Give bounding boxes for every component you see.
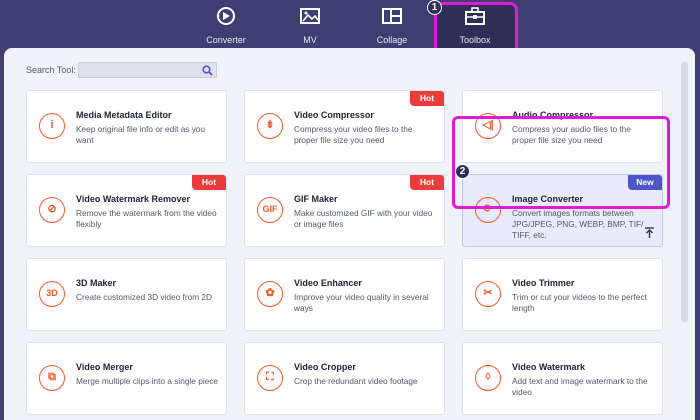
hot-badge: Hot — [410, 91, 444, 106]
tool-card-desc: Improve your video quality in several wa… — [294, 292, 429, 313]
info-icon: i — [39, 113, 65, 139]
step-2-badge: 2 — [455, 164, 470, 179]
mv-icon — [300, 8, 320, 24]
compress-icon: ⇟ — [257, 113, 283, 139]
top-navigation: Converter MV Collage Toolbox 1 — [0, 0, 700, 56]
tool-card-title: Video Watermark — [512, 362, 586, 372]
tool-card-video-cropper[interactable]: ⛶ Video Cropper Crop the redundant video… — [244, 342, 445, 415]
3d-icon: 3D — [39, 281, 65, 307]
tool-card-desc: Compress your video files to the proper … — [294, 124, 413, 145]
tool-card-3d-maker[interactable]: 3D 3D Maker Create customized 3D video f… — [26, 258, 227, 331]
tool-card-desc: Make customized GIF with your video or i… — [294, 208, 433, 229]
tab-collage-label: Collage — [376, 35, 408, 45]
tool-card-desc: Add text and image watermark to the vide… — [512, 376, 648, 397]
watermark-drop-icon: ◊ — [475, 365, 501, 391]
scissors-icon: ✂ — [475, 281, 501, 307]
tool-card-video-watermark[interactable]: ◊ Video Watermark Add text and image wat… — [462, 342, 663, 415]
tool-card-desc: Trim or cut your videos to the perfect l… — [512, 292, 647, 313]
tool-card-video-enhancer[interactable]: ✿ Video Enhancer Improve your video qual… — [244, 258, 445, 331]
tool-card-title: Video Compressor — [294, 110, 374, 120]
tool-card-gif-maker[interactable]: Hot GIF GIF Maker Make customized GIF wi… — [244, 174, 445, 247]
crop-icon: ⛶ — [257, 365, 283, 391]
step-1-badge: 1 — [427, 0, 442, 15]
tool-card-title: Video Watermark Remover — [76, 194, 191, 204]
converter-icon — [217, 7, 235, 25]
palette-icon: ✿ — [257, 281, 283, 307]
tool-card-title: Video Trimmer — [512, 278, 575, 288]
tool-card-title: Video Cropper — [294, 362, 356, 372]
tool-card-desc: Convert images formats between JPG/JPEG,… — [512, 208, 644, 240]
search-input[interactable] — [78, 62, 217, 78]
gif-icon: GIF — [257, 197, 283, 223]
watermark-remove-icon: ⊘ — [39, 197, 65, 223]
tool-card-desc: Merge multiple clips into a single piece — [76, 376, 219, 386]
tool-card-video-trimmer[interactable]: ✂ Video Trimmer Trim or cut your videos … — [462, 258, 663, 331]
tab-collage[interactable]: Collage — [352, 4, 432, 48]
tool-card-media-metadata-editor[interactable]: i Media Metadata Editor Keep original fi… — [26, 90, 227, 163]
tool-card-title: Video Merger — [76, 362, 133, 372]
tab-mv-label: MV — [303, 35, 317, 45]
image-converter-highlight-frame — [452, 116, 670, 209]
tool-card-desc: Remove the watermark from the video flex… — [76, 208, 217, 229]
collage-icon — [382, 8, 402, 24]
vertical-scrollbar[interactable] — [681, 62, 688, 322]
tool-card-desc: Create customized 3D video from 2D — [76, 292, 213, 302]
hot-badge: Hot — [410, 175, 444, 190]
tab-toolbox-label: Toolbox — [459, 35, 491, 45]
hot-badge: Hot — [192, 175, 226, 190]
tool-card-video-compressor[interactable]: Hot ⇟ Video Compressor Compress your vid… — [244, 90, 445, 163]
tool-card-title: Video Enhancer — [294, 278, 362, 288]
tool-card-desc: Crop the redundant video footage — [294, 376, 418, 386]
tab-converter-label: Converter — [206, 35, 246, 45]
tool-card-title: GIF Maker — [294, 194, 338, 204]
tab-toolbox[interactable]: Toolbox — [436, 4, 514, 48]
toolbox-icon — [465, 7, 485, 25]
tab-mv[interactable]: MV — [270, 4, 350, 48]
tool-card-title: Media Metadata Editor — [76, 110, 172, 120]
search-label: Search Tool: — [26, 65, 76, 75]
merge-icon: ⧉ — [39, 365, 65, 391]
tool-card-video-merger[interactable]: ⧉ Video Merger Merge multiple clips into… — [26, 342, 227, 415]
tool-card-desc: Keep original file info or edit as you w… — [76, 124, 206, 145]
search-icon[interactable] — [202, 65, 213, 76]
tool-card-video-watermark-remover[interactable]: Hot ⊘ Video Watermark Remover Remove the… — [26, 174, 227, 247]
pin-top-icon[interactable] — [644, 227, 655, 239]
toolbox-panel: Search Tool: i Media Metadata Editor Kee… — [4, 48, 695, 420]
tool-card-title: 3D Maker — [76, 278, 117, 288]
tab-converter[interactable]: Converter — [186, 4, 266, 48]
